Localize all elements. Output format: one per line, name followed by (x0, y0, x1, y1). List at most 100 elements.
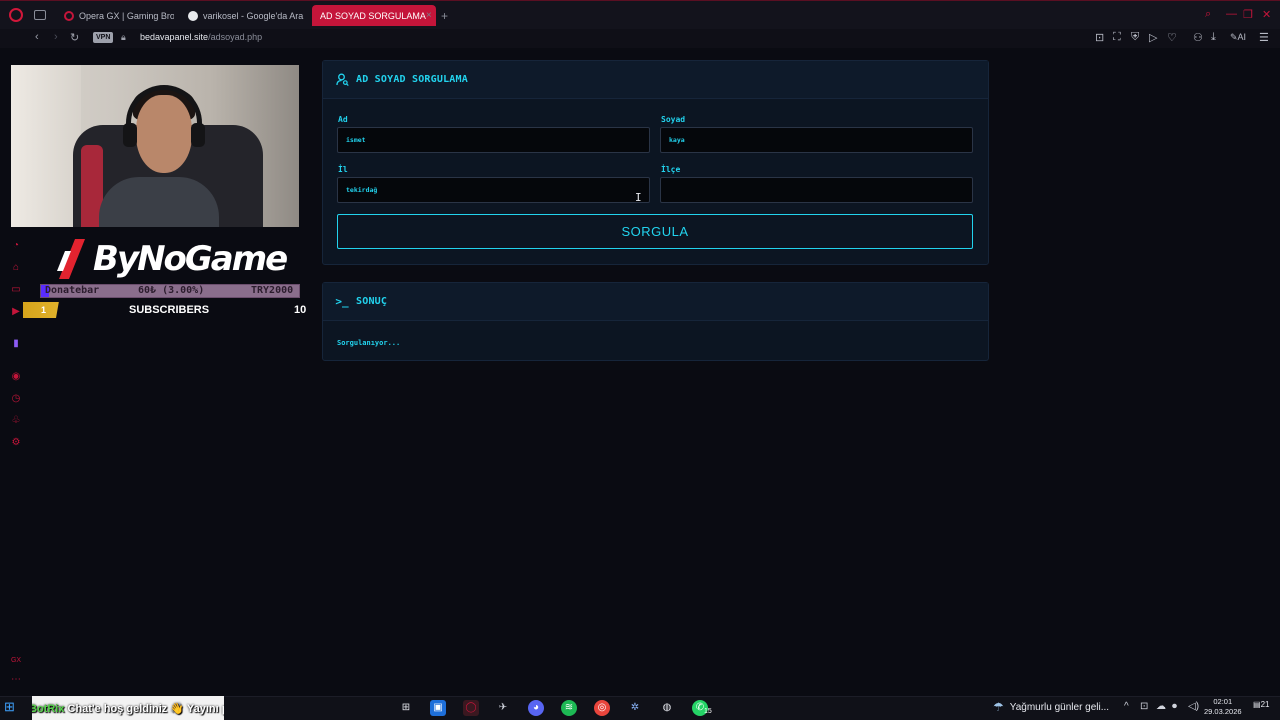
tab-title: AD SOYAD SORGULAMA (320, 10, 426, 21)
store-icon[interactable]: ⊞ (398, 700, 414, 716)
more-icon[interactable]: ⋯ (10, 674, 22, 686)
ilce-label: İlçe (661, 165, 681, 174)
result-title: SONUÇ (356, 296, 388, 307)
tray-expand-icon[interactable]: ^ (1124, 701, 1129, 712)
ad-label: Ad (338, 115, 348, 124)
messenger-icon[interactable]: ▭ (10, 284, 22, 296)
notification-center-icon[interactable]: ▤21 (1253, 700, 1269, 714)
donate-label: Donatebar (45, 285, 100, 296)
obs-icon[interactable]: ◍ (659, 700, 675, 716)
url-field[interactable]: bedavapanel.site/adsoyad.php (140, 32, 262, 42)
weather-widget[interactable]: ☂ Yağmurlu günler geli... (993, 700, 1109, 714)
remote-desktop-icon[interactable]: ▣ (430, 700, 446, 716)
tab-overview-icon[interactable] (34, 10, 46, 20)
clock-time: 02:01 (1213, 697, 1233, 706)
tab-title: varikosel - Google'da Ara (203, 10, 304, 21)
il-label: İl (338, 165, 348, 174)
reload-icon[interactable]: ↻ (70, 31, 79, 44)
player-icon[interactable]: ▷ (1149, 31, 1157, 44)
subscribers-label: SUBSCRIBERS (129, 304, 210, 316)
forward-icon[interactable]: › (54, 31, 58, 43)
windows-start-icon[interactable]: ⊞ (4, 700, 18, 714)
ticker-message: Chat'e hoş geldiniz 👋 Yayını paylaşarak … (67, 703, 224, 715)
google-favicon-icon (188, 10, 198, 21)
umbrella-icon: ☂ (993, 700, 1004, 714)
vpn-badge[interactable]: VPN (93, 32, 114, 43)
whatsapp-badge: 15 (704, 708, 712, 715)
tab-opera-gx[interactable]: Opera GX | Gaming Browse (56, 5, 174, 26)
result-status: Sorgulanıyor... (337, 339, 401, 347)
heart-icon[interactable]: ♡ (1167, 31, 1177, 44)
address-bar-row: ‹ › ↻ VPN 🔒︎ bedavapanel.site/adsoyad.ph… (0, 29, 1280, 48)
result-panel: >_ SONUÇ Sorgulanıyor... (322, 282, 989, 361)
aria-ai-button[interactable]: ✎AI (1230, 32, 1246, 43)
history-icon[interactable]: ◷ (10, 393, 22, 405)
brand-name: ByNoGame (93, 239, 288, 279)
clock[interactable]: 02:01 29.03.2026 (1204, 697, 1242, 717)
profile-icon[interactable]: ⚇ (1193, 31, 1203, 44)
spotify-icon[interactable]: ≋ (561, 700, 577, 716)
subscriber-count-right: 10 (294, 304, 307, 316)
sorgula-button[interactable]: SORGULA (337, 214, 973, 249)
tab-title: Opera GX | Gaming Browse (79, 10, 174, 21)
microphone-icon[interactable]: ⏺ (1172, 701, 1177, 712)
tab-google-search[interactable]: varikosel - Google'da Ara (180, 5, 306, 26)
shield-icon[interactable]: ⛨ (1131, 31, 1139, 44)
url-path: /adsoyad.php (208, 32, 263, 42)
gx-logo-icon[interactable]: GX (10, 655, 22, 667)
result-panel-header: >_ SONUÇ (323, 283, 988, 321)
network-app-icon[interactable]: ✲ (627, 700, 643, 716)
tray-app-icon[interactable]: ⊡ (1140, 701, 1148, 712)
ticker-bot-name: BotRix (32, 703, 65, 715)
gx-corner-icon[interactable]: ⌂ (10, 262, 22, 274)
gx-control-icon[interactable]: ◔ (10, 240, 22, 252)
steam-icon[interactable]: ✈ (495, 700, 511, 716)
user-search-icon (335, 73, 349, 87)
minimize-icon[interactable]: — (1226, 8, 1237, 20)
opera-menu-icon[interactable] (9, 8, 23, 22)
snapshot-icon[interactable]: ⛶ (1113, 31, 1121, 44)
notification-count: 21 (1260, 700, 1270, 709)
lock-icon[interactable]: 🔒︎ (121, 32, 126, 43)
opera-favicon-icon (64, 10, 74, 21)
weather-text: Yağmurlu günler geli... (1009, 701, 1110, 713)
volume-icon[interactable]: ◁) (1188, 701, 1199, 712)
tab-close-icon[interactable]: × (426, 10, 432, 21)
text-cursor-icon: I (635, 191, 642, 204)
webcam-feed (11, 65, 299, 227)
tab-ad-soyad-sorgulama[interactable]: AD SOYAD SORGULAMA × (312, 5, 436, 26)
form-title: AD SOYAD SORGULAMA (356, 74, 468, 85)
chat-ticker: BotRix Chat'e hoş geldiniz 👋 Yayını payl… (32, 696, 224, 720)
plus-icon[interactable]: + (441, 9, 448, 23)
close-window-icon[interactable]: ✕ (1262, 8, 1271, 21)
subscriber-count-left: 1 (23, 302, 71, 318)
extensions-icon[interactable]: ♧ (10, 415, 22, 427)
bookmark-page-icon[interactable]: ⊡ (1095, 31, 1104, 44)
search-icon[interactable]: ⌕ (1205, 8, 1211, 21)
ad-input[interactable] (337, 127, 650, 153)
subscribers-bar: 1 SUBSCRIBERS 10 (11, 302, 311, 318)
restore-icon[interactable]: ❐ (1243, 8, 1253, 21)
ilce-input[interactable] (660, 177, 973, 203)
network-icon[interactable]: ☁ (1156, 701, 1166, 712)
clock-date: 29.03.2026 (1204, 707, 1242, 716)
url-host: bedavapanel.site (140, 32, 209, 42)
soyad-label: Soyad (661, 115, 686, 124)
query-form-panel: AD SOYAD SORGULAMA Ad Soyad İl İlçe SORG… (322, 60, 989, 265)
opera-gx-taskbar-icon[interactable]: ◯ (463, 700, 479, 716)
easy-setup-icon[interactable]: ☰ (1259, 31, 1269, 44)
discord-icon[interactable]: ◕ (528, 700, 544, 716)
download-icon[interactable]: ⤓ (1211, 31, 1216, 44)
il-input[interactable] (337, 177, 650, 203)
chrome-icon[interactable]: ◎ (594, 700, 610, 716)
player-sidebar-icon[interactable]: ◉ (10, 371, 22, 383)
browser-tab-strip: Opera GX | Gaming Browse varikosel - Goo… (0, 0, 1280, 29)
back-icon[interactable]: ‹ (35, 31, 39, 43)
soyad-input[interactable] (660, 127, 973, 153)
twitch-icon[interactable]: ▮ (10, 338, 22, 350)
settings-icon[interactable]: ⚙ (10, 437, 22, 449)
donate-amount: 60₺ (3.00%) (138, 285, 205, 296)
ai-label: AI (1237, 32, 1247, 42)
terminal-prompt-icon: >_ (335, 295, 349, 308)
donate-bar: Donatebar 60₺ (3.00%) TRY2000 (40, 284, 300, 298)
